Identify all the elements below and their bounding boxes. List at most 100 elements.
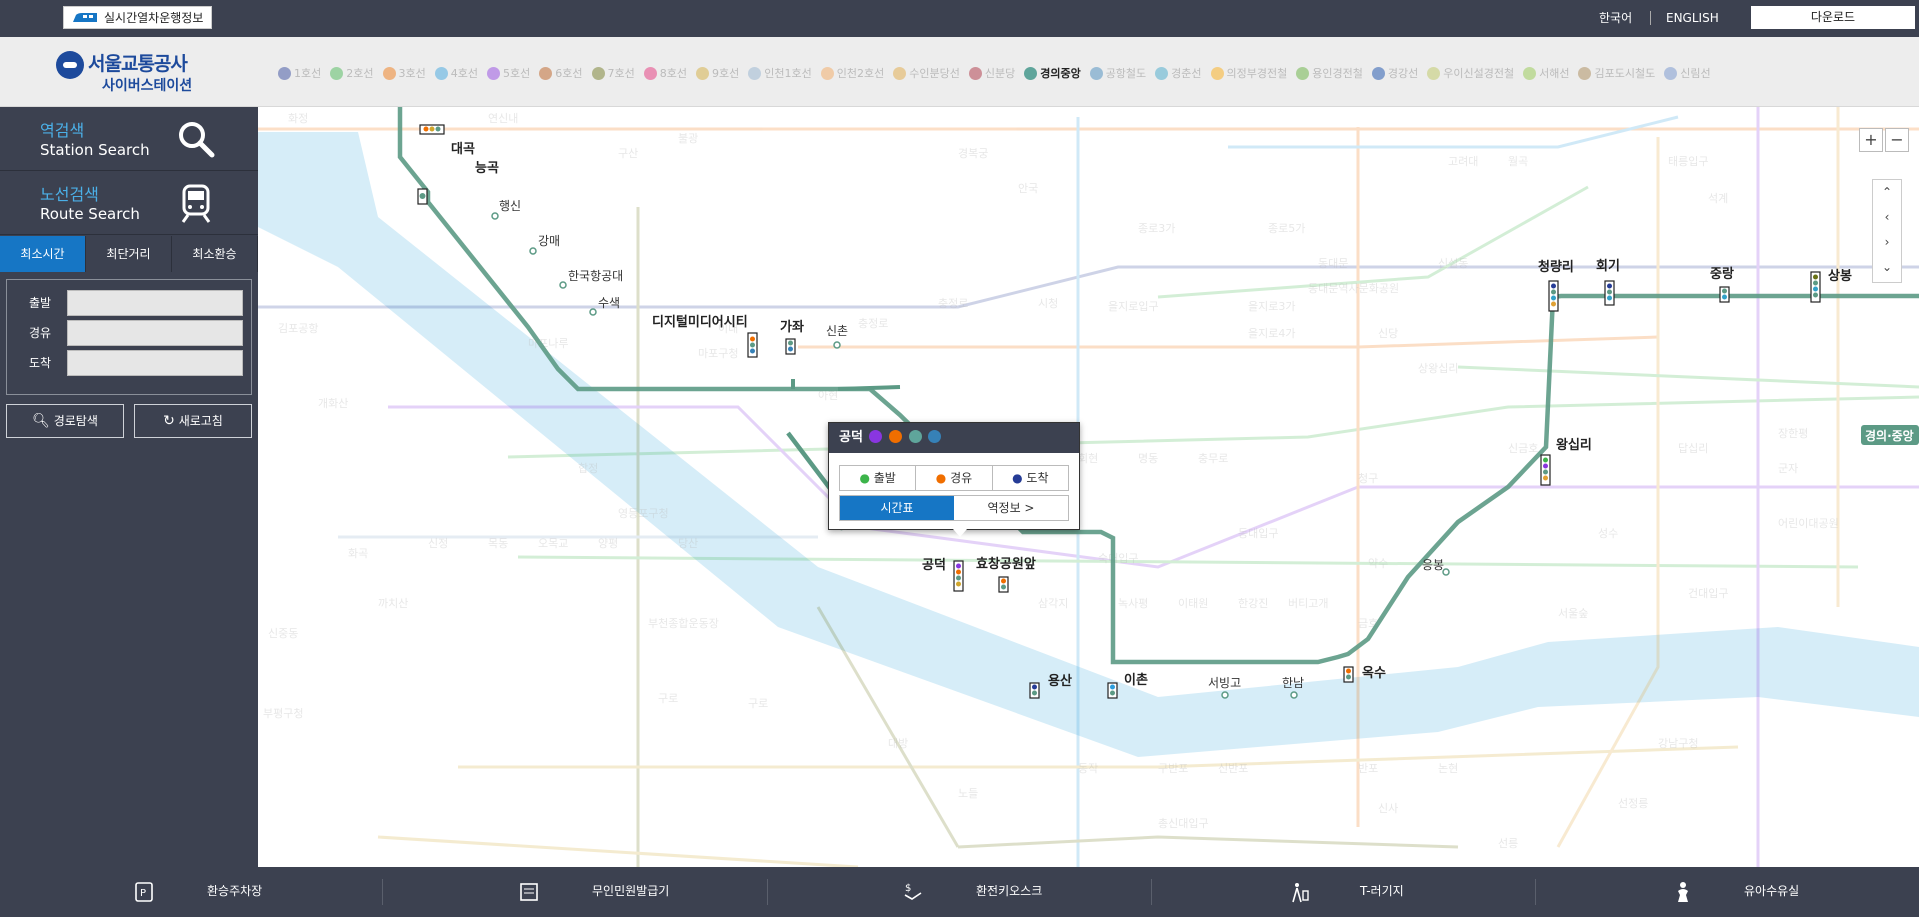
station-label[interactable]: 청량리 (1538, 259, 1574, 275)
zoom-in-button[interactable]: + (1859, 128, 1883, 152)
station-label[interactable]: 상봉 (1828, 269, 1852, 284)
station-label[interactable]: 서빙고 (1208, 676, 1241, 690)
station-label[interactable]: 중랑 (1710, 267, 1734, 282)
station-label[interactable]: 수색 (598, 296, 620, 310)
station-label[interactable]: 효창공원앞 (976, 556, 1036, 572)
station-label[interactable]: 신촌 (826, 324, 848, 338)
logo[interactable]: 서울교통공사 사이버스테이션 (56, 49, 206, 95)
line-tab[interactable]: 서해선 (1523, 65, 1569, 81)
svg-text:부천종합운동장: 부천종합운동장 (648, 616, 719, 630)
pan-up-button[interactable]: ⌃ (1873, 180, 1901, 205)
svg-text:구로: 구로 (658, 692, 678, 705)
station-label[interactable]: 대곡 (451, 142, 475, 157)
footer-luggage-link[interactable]: T-러기지 (1289, 867, 1439, 917)
line-tab[interactable]: 신분당 (968, 65, 1015, 81)
line-tab[interactable]: 김포도시철도 (1578, 65, 1655, 81)
station-label[interactable]: 디지털미디어시티 (652, 314, 748, 330)
lang-english-link[interactable]: ENGLISH (1666, 0, 1719, 37)
line-tab[interactable]: 인천1호선 (748, 65, 812, 81)
line-tab[interactable]: 경춘선 (1155, 65, 1202, 81)
refresh-button[interactable]: ↻ 새로고침 (134, 404, 252, 438)
subway-map[interactable]: 화정 연신내 구산 불광 경복궁 안국 종로3가 종로5가 동대문 신설동 고려대 월곡 태… (258, 107, 1919, 867)
line-tab[interactable]: 5호선 (487, 65, 530, 81)
footer-civil-kiosk-label: 무인민원발급기 (592, 884, 670, 898)
sidebar: 역검색 Station Search 노선검색 Route Search 최소시… (0, 107, 258, 867)
station-search-button[interactable]: 역검색 Station Search (0, 107, 258, 171)
line-tab[interactable]: 1호선 (278, 65, 321, 81)
station-label[interactable]: 회기 (1596, 258, 1620, 274)
footer-nursing-link[interactable]: 유아수유실 (1672, 867, 1822, 917)
tab-min-time[interactable]: 최소시간 (0, 236, 86, 272)
line-tab[interactable]: 3호선 (382, 65, 426, 81)
footer-divider (1151, 879, 1152, 905)
svg-text:영등포구청: 영등포구청 (618, 507, 669, 520)
station-info-button[interactable]: 역정보 > (954, 496, 1068, 520)
pan-right-button[interactable]: › (1873, 230, 1901, 255)
line-tab[interactable]: 6호선 (539, 65, 583, 81)
svg-text:선릉: 선릉 (1498, 837, 1518, 850)
station-label[interactable]: 용산 (1048, 673, 1072, 689)
line-tab[interactable]: 우이신설경전철 (1427, 65, 1514, 81)
line-color-icon (1210, 66, 1224, 80)
line-color-icon (1024, 66, 1038, 80)
line-tab[interactable]: 의정부경전철 (1210, 65, 1287, 81)
line-tab[interactable]: 7호선 (591, 65, 635, 81)
station-label[interactable]: 옥수 (1362, 665, 1386, 681)
download-button[interactable]: 다운로드 (1751, 6, 1915, 29)
pan-left-button[interactable]: ‹ (1873, 205, 1901, 230)
line-color-icon (968, 66, 982, 80)
tab-min-transfer[interactable]: 최소환승 (172, 236, 258, 272)
line-tab[interactable]: 8호선 (643, 65, 687, 81)
tab-shortest[interactable]: 최단거리 (86, 236, 172, 272)
line-tab[interactable]: 경의중앙 (1024, 65, 1081, 81)
svg-text:신사: 신사 (1378, 802, 1398, 815)
line-tab[interactable]: 수인분당선 (893, 65, 960, 81)
arrival-input[interactable] (67, 350, 243, 376)
footer-civil-kiosk-link[interactable]: 무인민원발급기 (518, 867, 670, 917)
station-label[interactable]: 행신 (499, 198, 521, 213)
via-input[interactable] (67, 320, 243, 346)
set-departure-button[interactable]: ● 출발 (840, 466, 917, 490)
pan-down-button[interactable]: ⌄ (1873, 255, 1901, 280)
station-label[interactable]: 능곡 (475, 161, 499, 176)
realtime-train-button[interactable]: 실시간열차운행정보 (63, 6, 213, 29)
line-tab-label: 인천2호선 (836, 67, 885, 80)
route-search-button[interactable]: 노선검색 Route Search (0, 171, 258, 235)
lang-korean-link[interactable]: 한국어 (1599, 0, 1632, 37)
station-label[interactable]: 강매 (538, 234, 560, 248)
line-tab-label: 8호선 (659, 67, 687, 80)
line-badge-icon (869, 430, 883, 443)
line-color-icon (1523, 66, 1537, 80)
line-tab[interactable]: 신림선 (1664, 65, 1711, 81)
departure-input[interactable] (67, 290, 243, 316)
svg-text:오목교: 오목교 (538, 537, 568, 550)
station-label[interactable]: 한남 (1282, 676, 1304, 690)
footer-parking-link[interactable]: P 환승주차장 (133, 867, 263, 917)
station-label[interactable]: 왕십리 (1556, 437, 1592, 453)
svg-text:까치산: 까치산 (378, 597, 408, 610)
route-search-submit-button[interactable]: 🔍︎ 경로탐색 (6, 404, 124, 438)
station-label[interactable]: 가좌 (780, 319, 804, 335)
line-tab[interactable]: 2호선 (330, 65, 374, 81)
line-tab-label: 9호선 (712, 67, 740, 80)
footer-exchange-link[interactable]: $ 환전키오스크 (902, 867, 1052, 917)
set-arrival-button[interactable]: ● 도착 (993, 466, 1068, 490)
set-via-button[interactable]: ● 경유 (916, 466, 993, 490)
line-tab[interactable]: 인천2호선 (820, 65, 885, 81)
line-tab[interactable]: 9호선 (696, 65, 739, 81)
line-tab[interactable]: 경강선 (1371, 65, 1418, 81)
line-tab[interactable]: 용인경전철 (1296, 65, 1363, 81)
realtime-label: 실시간열차운행정보 (104, 11, 204, 25)
timetable-button[interactable]: 시간표 (840, 496, 954, 520)
line-tab[interactable]: 4호선 (434, 65, 478, 81)
station-label[interactable]: 한국항공대 (568, 269, 623, 283)
station-label[interactable]: 이촌 (1124, 672, 1148, 688)
station-label[interactable]: 공덕 (922, 557, 946, 573)
line-color-icon (278, 66, 291, 80)
svg-text:성수: 성수 (1598, 527, 1618, 540)
luggage-icon (1292, 883, 1309, 903)
station-label[interactable]: 응봉 (1422, 558, 1444, 572)
zoom-out-button[interactable]: − (1885, 128, 1909, 152)
svg-text:상왕십리: 상왕십리 (1418, 362, 1458, 375)
line-tab[interactable]: 공항철도 (1089, 65, 1146, 81)
